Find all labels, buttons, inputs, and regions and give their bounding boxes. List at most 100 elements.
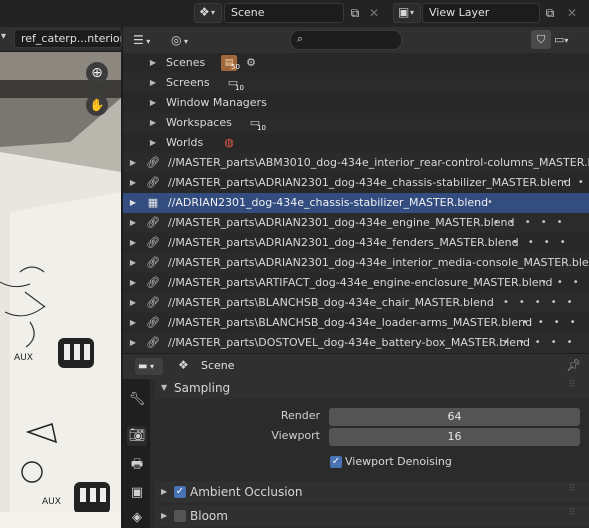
expand-arrow-icon[interactable]: ▶ [148,133,158,153]
reference-image[interactable]: AUX AUX [0,52,121,528]
expand-arrow-icon[interactable]: ▶ [128,233,138,253]
filter-icon[interactable]: ⛉ [531,30,551,49]
expand-arrow-icon[interactable]: ▶ [128,153,138,173]
library-row[interactable]: ▶ 🔗︎ //MASTER_parts\ABM3010_dog-434e_int… [123,153,589,173]
outliner-category-screens[interactable]: ▶ Screens ▭ 10 [123,73,589,93]
link-icon: 🔗︎ [146,176,160,189]
editor-type-button[interactable]: ☰ ▾ [133,30,163,50]
search-input[interactable]: ⌕ [290,30,402,50]
link-icon: 🔗︎ [146,276,160,289]
bloom-checkbox[interactable] [174,510,186,522]
expand-arrow-icon[interactable]: ▶ [128,253,138,273]
ambient-occlusion-checkbox[interactable]: ✓ [174,486,186,498]
image-name-field[interactable]: ref_caterp...nterior.jp [14,29,122,48]
viewport-denoising-label: Viewport Denoising [345,455,452,468]
library-path: //MASTER_parts\ADRIAN2301_dog-434e_chass… [168,176,571,189]
scene-browse-button[interactable]: ❖ ▾ [194,3,222,23]
library-path: //MASTER_parts\ADRIAN2301_dog-434e_engin… [168,216,515,229]
library-row[interactable]: ▶ 🔗︎ //MASTER_parts\ADRIAN2301_dog-434e_… [123,253,589,273]
tool-settings-tab-icon[interactable]: 🔧︎ [127,390,147,410]
viewport-samples-label: Viewport [271,429,320,442]
new-collection-icon[interactable]: ▭▾ [554,30,580,49]
view-layer-tab-icon[interactable]: ▣ [127,483,147,503]
display-mode-button[interactable]: ◎ ▾ [171,30,201,50]
content-indicator-dots: ••• [541,277,589,288]
category-label: Screens [166,76,210,89]
library-path: //ADRIAN2301_dog-434e_chassis-stabilizer… [168,196,489,209]
count-badge: 10 [257,124,266,132]
sampling-panel-header[interactable]: ▼ Sampling ⠿ [155,377,589,399]
properties-header: ▬ ▾ ❖ Scene 📌︎ [123,354,589,379]
content-indicator-dots: ••••• [503,337,583,348]
new-view-layer-icon[interactable]: ⧉ [541,3,559,23]
editor-type-button[interactable]: ▬ ▾ [135,358,163,375]
chevron-down-icon[interactable]: ▾ [1,31,6,42]
viewport-denoising-checkbox[interactable]: ✓ [330,456,342,468]
library-path: //MASTER_parts\BLANCHSB_dog-434e_chair_M… [168,296,494,309]
library-path: //MASTER_parts\ADRIAN2301_dog-434e_inter… [168,256,589,269]
outliner-category-window-managers[interactable]: ▶ Window Managers [123,93,589,113]
drag-handle-icon[interactable]: ⠿ [569,374,577,396]
close-icon[interactable]: ✕ [365,3,383,23]
close-icon[interactable]: ✕ [563,3,581,23]
content-indicator-dots: •• [562,177,584,188]
output-tab-icon[interactable]: 🖶 [127,455,147,475]
chevron-down-icon: ▾ [211,8,216,17]
library-row[interactable]: ▶ 🔗︎ //MASTER_parts\ADRIAN2301_dog-434e_… [123,233,589,253]
library-row[interactable]: ▶ 🔗︎ //MASTER_parts\BLANCHSB_dog-434e_lo… [123,313,589,333]
view-layer-icon: ▣ [398,5,410,19]
expand-arrow-icon[interactable]: ▶ [148,53,158,73]
library-row[interactable]: ▶ 🔗︎ //MASTER_parts\DOSTOVEL_dog-434e_ba… [123,333,589,353]
expand-arrow-icon[interactable]: ▶ [128,333,138,353]
expand-arrow-icon: ▶ [161,487,168,496]
library-row[interactable]: ▶ 🔗︎ //MASTER_parts\BLANCHSB_dog-434e_ch… [123,293,589,313]
bloom-panel-header[interactable]: ▶ Bloom ⠿ [155,505,589,527]
expand-arrow-icon[interactable]: ▶ [148,93,158,113]
content-indicator-dots: •••• [522,317,586,328]
view-layer-name-field[interactable]: View Layer [422,3,540,23]
count-badge: 10 [235,84,244,92]
scene-tab-icon[interactable]: ◈ [127,508,147,528]
link-icon: 🔗︎ [146,296,160,309]
library-row-selected[interactable]: ▶ ▦ //ADRIAN2301_dog-434e_chassis-stabil… [123,193,589,213]
world-icon: ◍ [224,136,234,149]
drag-handle-icon[interactable]: ⠿ [569,502,577,524]
outliner-category-workspaces[interactable]: ▶ Workspaces ▭ 10 [123,113,589,133]
library-row[interactable]: ▶ 🔗︎ //MASTER_parts\ADRIAN2301_dog-434e_… [123,213,589,233]
category-label: Worlds [166,136,204,149]
link-icon: 🔗︎ [146,256,160,269]
category-label: Workspaces [166,116,232,129]
drag-handle-icon[interactable]: ⠿ [569,478,577,500]
expand-arrow-icon[interactable]: ▶ [148,73,158,93]
link-icon: 🔗︎ [146,316,160,329]
hand-pan-icon[interactable]: ✋ [86,94,108,116]
expand-arrow-icon[interactable]: ▶ [128,193,138,213]
content-indicator-dots: •••• [512,237,576,248]
outliner-category-scenes[interactable]: ▶ Scenes ▤ 50 ⚙ [123,53,589,73]
viewport-samples-field[interactable]: 16 [329,428,580,446]
expand-arrow-icon[interactable]: ▶ [128,293,138,313]
zoom-icon[interactable]: ⊕ [86,62,108,84]
svg-text:AUX: AUX [14,353,33,363]
view-layer-browse-button[interactable]: ▣ ▾ [393,3,421,23]
new-scene-icon[interactable]: ⧉ [346,3,364,23]
outliner-category-worlds[interactable]: ▶ Worlds ◍ [123,133,589,153]
library-row[interactable]: ▶ 🔗︎ //MASTER_parts\ADRIAN2301_dog-434e_… [123,173,589,193]
expand-arrow-icon[interactable]: ▶ [128,273,138,293]
outliner-header: ☰ ▾ ◎ ▾ ⌕ ⛉ ▭▾ [123,27,589,53]
link-icon: 🔗︎ [146,236,160,249]
expand-arrow-icon[interactable]: ▶ [148,113,158,133]
image-editor-header: ▾ ref_caterp...nterior.jp [0,27,122,52]
render-samples-field[interactable]: 64 [329,408,580,426]
expand-arrow-icon[interactable]: ▶ [128,313,138,333]
category-label: Scenes [166,56,206,69]
expand-arrow-icon[interactable]: ▶ [128,173,138,193]
ambient-occlusion-panel-header[interactable]: ▶ ✓ Ambient Occlusion ⠿ [155,481,589,503]
link-icon: 🔗︎ [146,216,160,229]
library-path: //MASTER_parts\ARTIFACT_dog-434e_engine-… [168,276,553,289]
expand-arrow-icon[interactable]: ▶ [128,213,138,233]
library-row[interactable]: ▶ 🔗︎ //MASTER_parts\ARTIFACT_dog-434e_en… [123,273,589,293]
search-icon: ⌕ [297,32,304,45]
scene-name-field[interactable]: Scene [224,3,344,23]
pin-icon[interactable]: 📌︎ [566,358,581,372]
